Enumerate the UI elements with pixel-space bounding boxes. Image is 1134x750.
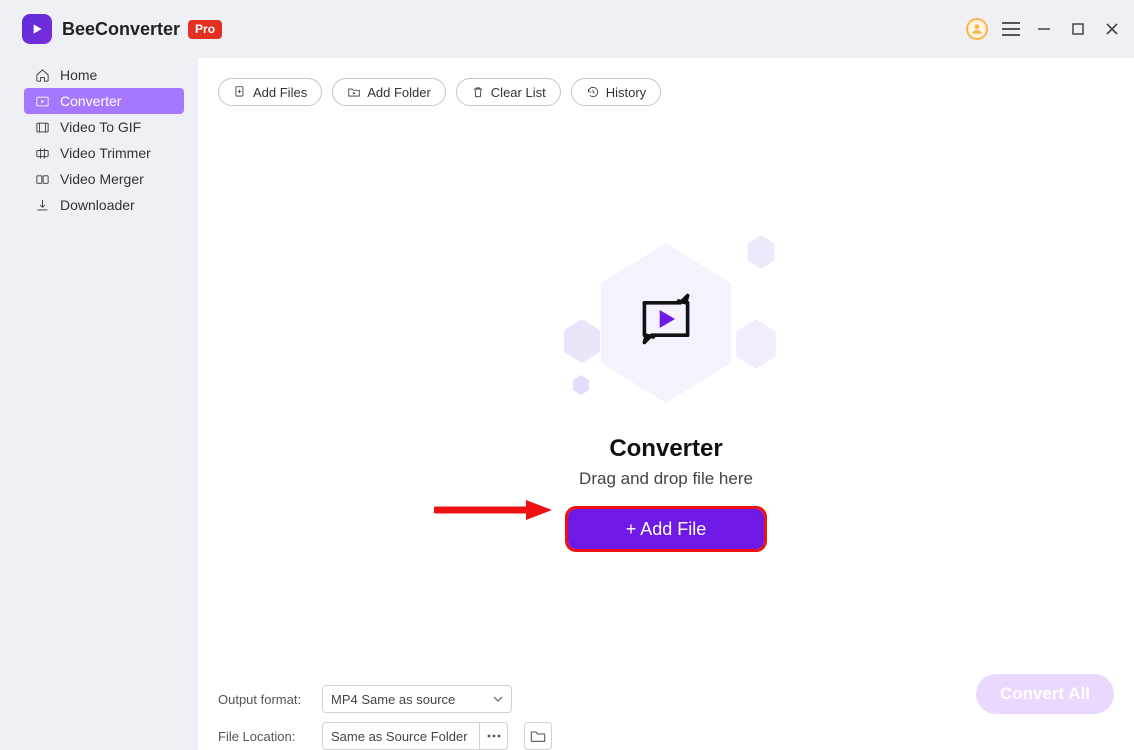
app-title: BeeConverter xyxy=(62,19,180,40)
pro-badge: Pro xyxy=(188,20,222,39)
add-folder-button[interactable]: Add Folder xyxy=(332,78,446,106)
button-label: Clear List xyxy=(491,85,546,100)
button-label: Convert All xyxy=(1000,684,1090,703)
add-files-button[interactable]: Add Files xyxy=(218,78,322,106)
output-format-select[interactable]: MP4 Same as source xyxy=(322,685,512,713)
app-logo xyxy=(22,14,52,44)
dropzone-subtitle: Drag and drop file here xyxy=(579,469,753,489)
field-value: Same as Source Folder xyxy=(331,729,468,744)
home-icon xyxy=(34,67,50,83)
file-location-label: File Location: xyxy=(218,729,306,744)
ellipsis-icon xyxy=(487,734,501,738)
sidebar-item-label: Video Trimmer xyxy=(60,145,151,161)
convert-icon xyxy=(630,283,702,355)
sidebar-item-label: Downloader xyxy=(60,197,135,213)
open-folder-button[interactable] xyxy=(524,722,552,750)
history-icon xyxy=(586,85,600,99)
sidebar-item-label: Converter xyxy=(60,93,121,109)
file-location-field[interactable]: Same as Source Folder xyxy=(322,722,480,750)
sidebar-item-label: Video Merger xyxy=(60,171,144,187)
button-label: + Add File xyxy=(626,519,707,540)
annotation-arrow xyxy=(434,498,554,522)
sidebar-item-video-trimmer[interactable]: Video Trimmer xyxy=(24,140,184,166)
folder-icon xyxy=(530,729,546,743)
button-label: History xyxy=(606,85,646,100)
sidebar-item-video-to-gif[interactable]: Video To GIF xyxy=(24,114,184,140)
button-label: Add Folder xyxy=(367,85,431,100)
convert-all-button[interactable]: Convert All xyxy=(976,674,1114,714)
folder-plus-icon xyxy=(347,85,361,99)
history-button[interactable]: History xyxy=(571,78,661,106)
account-icon[interactable] xyxy=(966,18,988,40)
sidebar-item-video-merger[interactable]: Video Merger xyxy=(24,166,184,192)
minimize-button[interactable] xyxy=(1034,19,1054,39)
clear-list-button[interactable]: Clear List xyxy=(456,78,561,106)
titlebar: BeeConverter Pro xyxy=(0,0,1134,58)
sidebar-item-converter[interactable]: Converter xyxy=(24,88,184,114)
sidebar: Home Converter Video To GIF Video Trimme… xyxy=(0,58,198,750)
close-button[interactable] xyxy=(1102,19,1122,39)
dropzone-graphic xyxy=(566,233,766,413)
footer-bar: Output format: MP4 Same as source Conver… xyxy=(198,676,1134,750)
menu-icon[interactable] xyxy=(1002,22,1020,36)
add-file-button[interactable]: + Add File xyxy=(568,509,764,549)
trash-icon xyxy=(471,85,485,99)
output-format-label: Output format: xyxy=(218,692,306,707)
merger-icon xyxy=(34,171,50,187)
chevron-down-icon xyxy=(493,694,503,704)
download-icon xyxy=(34,197,50,213)
maximize-button[interactable] xyxy=(1068,19,1088,39)
select-value: MP4 Same as source xyxy=(331,692,455,707)
sidebar-item-home[interactable]: Home xyxy=(24,62,184,88)
gif-icon xyxy=(34,119,50,135)
toolbar: Add Files Add Folder Clear List History xyxy=(198,58,1134,106)
sidebar-item-label: Home xyxy=(60,67,97,83)
button-label: Add Files xyxy=(253,85,307,100)
sidebar-item-label: Video To GIF xyxy=(60,119,141,135)
sidebar-item-downloader[interactable]: Downloader xyxy=(24,192,184,218)
dropzone[interactable]: Converter Drag and drop file here + Add … xyxy=(198,106,1134,676)
trimmer-icon xyxy=(34,145,50,161)
dropzone-title: Converter xyxy=(609,435,722,463)
file-plus-icon xyxy=(233,85,247,99)
main-content: Add Files Add Folder Clear List History xyxy=(198,58,1134,750)
file-location-more-button[interactable] xyxy=(480,722,508,750)
converter-icon xyxy=(34,93,50,109)
